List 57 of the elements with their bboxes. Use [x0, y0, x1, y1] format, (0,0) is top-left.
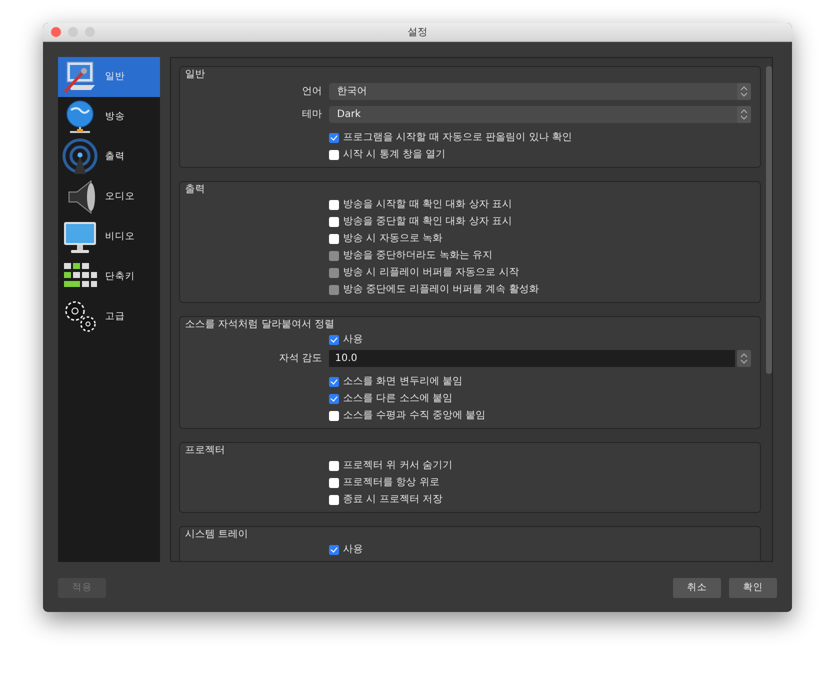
checkbox-label: 소스를 다른 소스에 붙임 — [343, 392, 453, 406]
sidebar-item[interactable]: 고급 — [58, 297, 160, 337]
checkbox-label: 시작 시 통계 창을 열기 — [343, 148, 446, 162]
checkbox-label: 소스를 화면 변두리에 붙임 — [343, 375, 463, 389]
dropdown[interactable]: Dark — [329, 106, 751, 123]
checkbox[interactable] — [329, 216, 339, 226]
checkbox-label: 방송을 중단할 때 확인 대화 상자 표시 — [343, 215, 512, 229]
checkbox-label: 사용 — [343, 543, 363, 557]
stepper-icon[interactable] — [737, 350, 751, 367]
checkbox-label: 방송을 시작할 때 확인 대화 상자 표시 — [343, 198, 512, 212]
checkbox-label: 방송을 중단하더라도 녹화는 유지 — [343, 249, 493, 263]
window-title: 설정 — [408, 26, 428, 40]
checkbox-label: 방송 중단에도 리플레이 버퍼를 계속 활성화 — [343, 283, 539, 297]
checkbox[interactable] — [329, 478, 339, 488]
group-title: 프로젝터 — [185, 444, 226, 457]
sidebar-item[interactable]: 비디오 — [58, 217, 160, 257]
checkbox[interactable] — [329, 394, 339, 404]
checkbox-label: 프로젝터 위 커서 숨기기 — [343, 459, 453, 473]
sidebar-item[interactable]: 방송 — [58, 97, 160, 137]
checkbox-label: 소스를 수평과 수직 중앙에 붙임 — [343, 409, 486, 423]
field-label: 자석 감도 — [278, 352, 322, 366]
checkbox[interactable] — [329, 544, 339, 554]
dropdown-value: 한국어 — [337, 85, 367, 99]
checkbox-label: 사용 — [343, 333, 363, 347]
checkbox-label: 방송 시 자동으로 녹화 — [343, 232, 443, 246]
checkbox[interactable] — [329, 334, 339, 344]
dropdown-value: Dark — [337, 108, 361, 122]
checkbox[interactable] — [329, 494, 339, 504]
field-label: 테마 — [301, 108, 322, 122]
checkbox[interactable] — [329, 200, 339, 210]
field-label: 언어 — [301, 85, 322, 99]
checkbox-label: 프로그램을 시작할 때 자동으로 판올림이 있나 확인 — [343, 131, 572, 145]
group-title: 소스를 자석처럼 달라붙여서 정렬 — [185, 318, 336, 331]
sidebar-item[interactable]: 일반 — [58, 57, 160, 97]
checkbox-label: 방송 시 리플레이 버퍼를 자동으로 시작 — [343, 266, 519, 280]
checkbox[interactable] — [329, 234, 339, 244]
stepper-icon[interactable] — [737, 83, 751, 100]
checkbox[interactable] — [329, 150, 339, 160]
sidebar-item[interactable]: 오디오 — [58, 177, 160, 217]
group-title: 일반 — [185, 68, 206, 81]
checkbox[interactable] — [329, 460, 339, 470]
checkbox[interactable] — [329, 132, 339, 142]
stepper-icon[interactable] — [737, 106, 751, 123]
antenna-icon — [61, 138, 99, 176]
sidebar-item[interactable]: 출력 — [58, 137, 160, 177]
checkbox[interactable] — [329, 410, 339, 420]
group-title: 시스템 트레이 — [185, 528, 250, 541]
checkbox-label: 프로젝터를 항상 위로 — [343, 476, 440, 490]
checkbox[interactable] — [329, 376, 339, 386]
group-title: 출력 — [185, 183, 206, 196]
dropdown[interactable]: 한국어 — [329, 83, 751, 100]
scrollbar-thumb[interactable] — [766, 66, 772, 374]
sidebar-item[interactable]: 단축키 — [58, 257, 160, 297]
number-field[interactable]: 10.0 — [329, 350, 735, 367]
dialog-button[interactable]: 취소 — [673, 578, 721, 598]
checkbox-label: 종료 시 프로젝터 저장 — [343, 493, 443, 507]
dialog-button[interactable]: 확인 — [729, 578, 777, 598]
